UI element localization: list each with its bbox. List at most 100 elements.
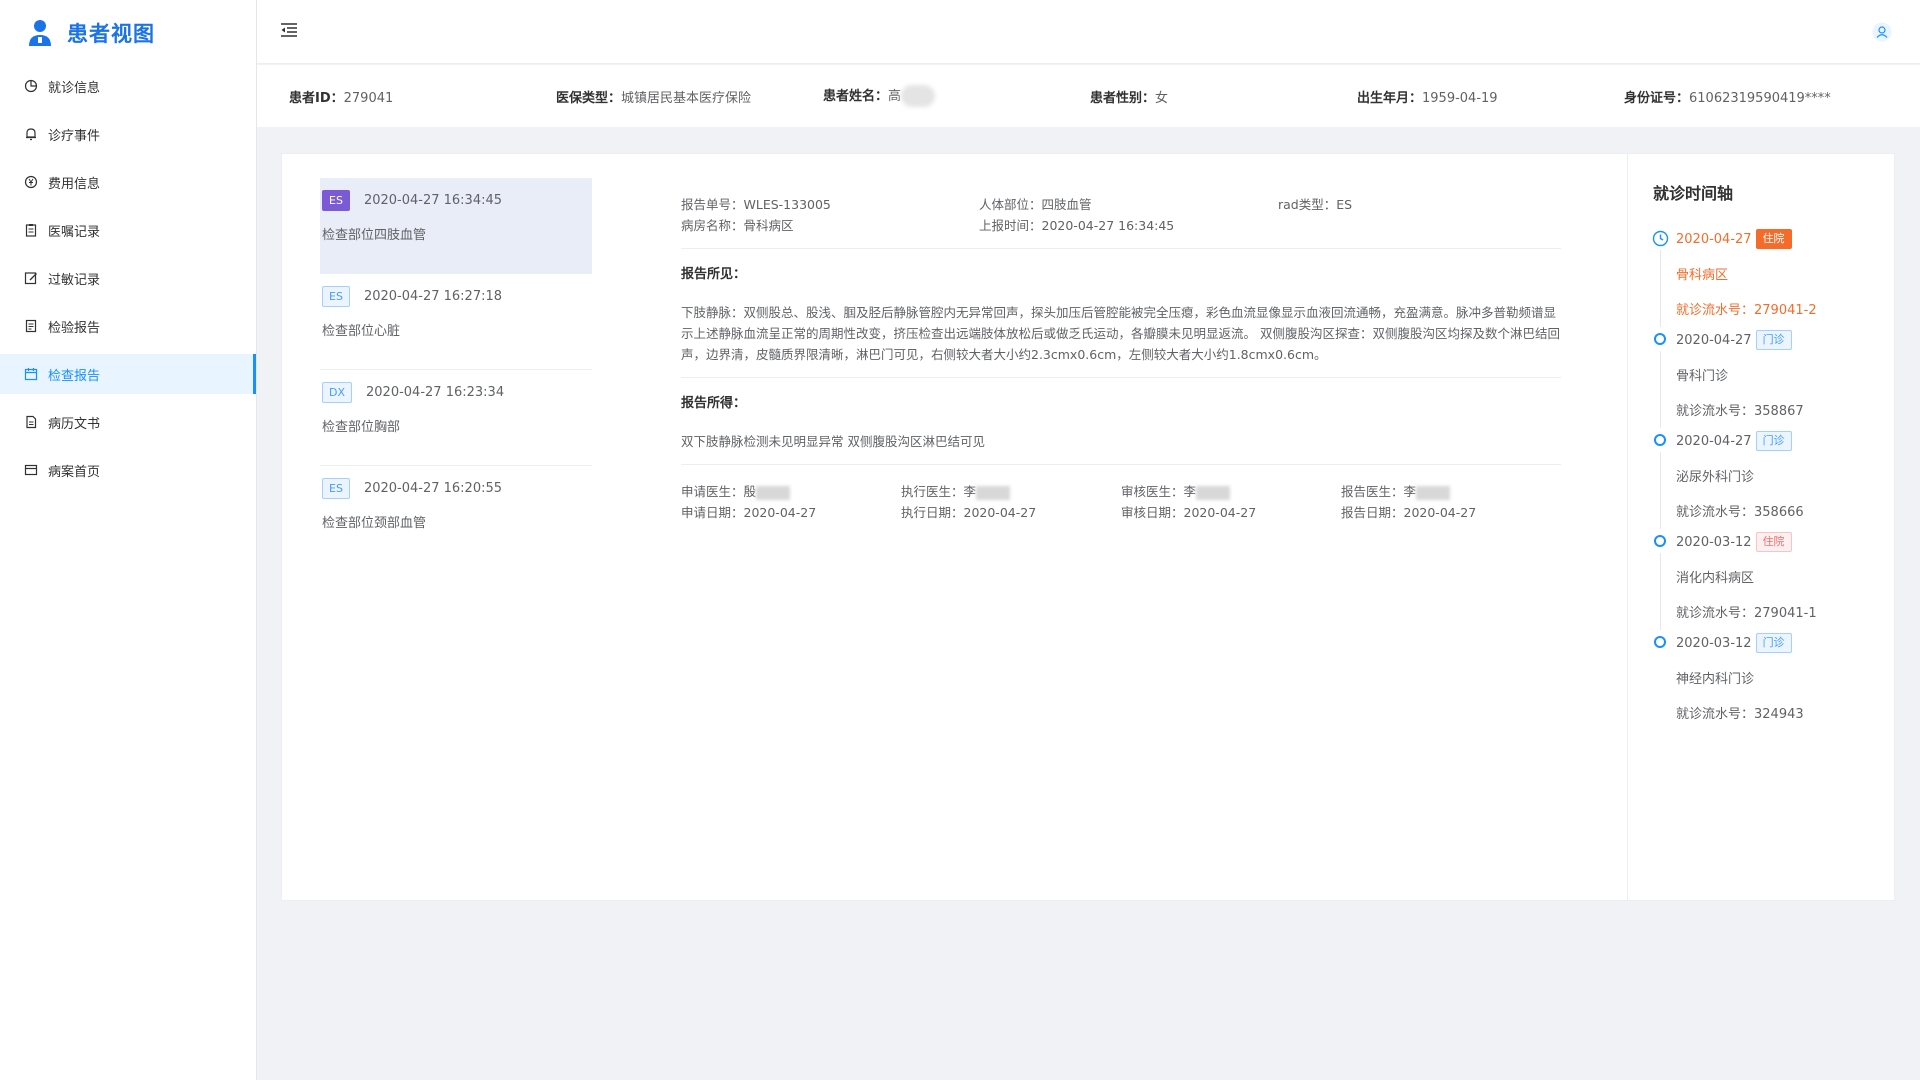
sidebar-item-allergy[interactable]: 过敏记录: [0, 258, 256, 298]
timeline-dept: 骨科门诊: [1676, 369, 1729, 384]
app-title: 患者视图: [67, 22, 155, 46]
report-date: 报告日期：2020-04-27: [1341, 505, 1477, 520]
report-detail: 报告单号：WLES-133005 人体部位：四肢血管 rad类型：ES 病房名称…: [681, 194, 1561, 523]
timeline-dot: [1654, 333, 1666, 345]
sidebar-item-label: 医嘱记录: [48, 224, 101, 240]
user-avatar-icon[interactable]: [1872, 22, 1892, 42]
timeline-dot: [1654, 535, 1666, 547]
sidebar-item-visit-info[interactable]: 就诊信息: [0, 66, 256, 106]
redacted-mask: [1196, 485, 1231, 500]
test-report-icon: [25, 319, 37, 333]
timeline-entry[interactable]: 2020-04-27 门诊 泌尿外科门诊 就诊流水号：358666: [1653, 430, 1895, 529]
timeline-connector: [1660, 250, 1661, 327]
report-number: 报告单号：WLES-133005: [681, 197, 831, 212]
apply-date: 申请日期：2020-04-27: [681, 505, 817, 520]
timeline-connector: [1660, 351, 1661, 428]
body-part: 人体部位：四肢血管: [979, 197, 1092, 212]
report-body-part: 检查部位颈部血管: [322, 516, 427, 531]
redacted-mask: [976, 485, 1011, 500]
document-icon: [26, 415, 37, 429]
sidebar-item-label: 就诊信息: [48, 80, 101, 96]
timeline-date: 2020-04-27: [1676, 332, 1752, 348]
report-list-item[interactable]: ES 2020-04-27 16:27:18 检查部位心脏: [320, 274, 592, 370]
bell-icon: [26, 128, 36, 141]
edit-icon: [24, 272, 37, 285]
divider: [681, 377, 1561, 378]
patient-idcard: 身份证号：61062319590419****: [1624, 90, 1831, 106]
report-list-item[interactable]: ES 2020-04-27 16:20:55 检查部位颈部血管: [320, 466, 592, 562]
patient-id: 患者ID：279041: [289, 90, 394, 106]
timeline-dot: [1654, 636, 1666, 648]
sidebar-item-lab-report[interactable]: 检验报告: [0, 306, 256, 346]
apply-doctor: 申请医生：殷: [681, 481, 901, 502]
report-list-item[interactable]: DX 2020-04-27 16:23:34 检查部位胸部: [320, 370, 592, 466]
report-list: ES 2020-04-27 16:34:45 检查部位四肢血管 ES 2020-04…: [320, 178, 592, 562]
timeline-connector: [1660, 553, 1661, 630]
review-date: 审核日期：2020-04-27: [1121, 505, 1257, 520]
report-time: 2020-04-27 16:27:18: [363, 288, 503, 304]
report-list-item[interactable]: ES 2020-04-27 16:34:45 检查部位四肢血管: [320, 178, 592, 274]
exec-date: 执行日期：2020-04-27: [901, 505, 1037, 520]
sidebar-item-exam-report[interactable]: 检查报告: [0, 354, 256, 394]
sidebar-item-label: 病案首页: [48, 464, 101, 480]
timeline-entry[interactable]: 2020-03-12 住院 消化内科病区 就诊流水号：279041-1: [1653, 531, 1895, 630]
timeline-serial: 就诊流水号：279041-2: [1676, 303, 1817, 318]
sidebar-item-label: 病历文书: [48, 416, 101, 432]
timeline-dept: 神经内科门诊: [1676, 672, 1755, 687]
timeline-serial: 就诊流水号：358867: [1676, 404, 1804, 419]
report-body-part: 检查部位四肢血管: [322, 228, 427, 243]
report-body-part: 检查部位胸部: [322, 420, 401, 435]
modality-tag: ES: [322, 189, 350, 211]
redacted-mask: [901, 85, 936, 108]
report-time: 2020-04-27 16:20:55: [363, 480, 503, 496]
sidebar-item-case-home[interactable]: 病案首页: [0, 450, 256, 490]
timeline-title: 就诊时间轴: [1653, 184, 1734, 203]
redacted-mask: [1416, 485, 1451, 500]
review-doctor: 审核医生：李: [1121, 481, 1341, 502]
sidebar-item-events[interactable]: 诊疗事件: [0, 114, 256, 154]
card-icon: [24, 464, 38, 476]
sidebar-item-label: 过敏记录: [48, 272, 101, 288]
sidebar-menu: 就诊信息 诊疗事件 费用信息 医嘱记录 过敏记录 检验报告 检查报告 病历文书: [0, 66, 256, 490]
visit-timeline: 就诊时间轴 2020-04-27 住院 骨科病区 就诊流水号：279041-2 2…: [1627, 154, 1895, 900]
timeline-entry[interactable]: 2020-04-27 门诊 骨科门诊 就诊流水号：358867: [1653, 329, 1895, 428]
timeline-dept: 骨科病区: [1676, 268, 1729, 283]
sidebar-item-medical-docs[interactable]: 病历文书: [0, 402, 256, 442]
patient-insurance: 医保类型：城镇居民基本医疗保险: [556, 90, 752, 106]
visit-type-badge: 住院: [1755, 532, 1792, 552]
report-upload-time: 上报时间：2020-04-27 16:34:45: [979, 218, 1175, 233]
findings-text: 下肢静脉：双侧股总、股浅、腘及胫后静脉管腔内无异常回声，探头加压后管腔能被完全压…: [681, 305, 1560, 362]
visit-type-badge: 门诊: [1755, 431, 1792, 451]
conclusion-title: 报告所得：: [681, 396, 747, 411]
exec-doctor: 执行医生：李: [901, 481, 1121, 502]
timeline-date: 2020-04-27: [1676, 231, 1752, 247]
timeline-serial: 就诊流水号：324943: [1676, 707, 1804, 722]
findings-title: 报告所见：: [681, 267, 747, 282]
conclusion-text: 双下肢静脉检测未见明显异常 双侧腹股沟区淋巴结可见: [681, 434, 985, 449]
timeline-dept: 泌尿外科门诊: [1676, 470, 1755, 485]
clipboard-icon: [25, 224, 37, 237]
calendar-icon: [24, 368, 38, 381]
sidebar-item-orders[interactable]: 医嘱记录: [0, 210, 256, 250]
timeline-connector: [1660, 452, 1661, 529]
report-body-part: 检查部位心脏: [322, 324, 401, 339]
divider: [681, 248, 1561, 249]
timeline-date: 2020-03-12: [1676, 534, 1752, 550]
exam-report-card: ES 2020-04-27 16:34:45 检查部位四肢血管 ES 2020-04…: [281, 153, 1895, 901]
sidebar-item-fees[interactable]: 费用信息: [0, 162, 256, 202]
pie-chart-icon: [24, 79, 38, 93]
doctor-icon: [29, 20, 51, 46]
sidebar-item-label: 诊疗事件: [48, 128, 101, 144]
timeline-entry[interactable]: 2020-03-12 门诊 神经内科门诊 就诊流水号：324943: [1653, 632, 1895, 725]
patient-info-bar: 患者ID：279041 医保类型：城镇居民基本医疗保险 患者姓名：高 患者性别：…: [257, 65, 1920, 127]
redacted-mask: [756, 485, 791, 500]
visit-type-badge: 住院: [1755, 229, 1792, 249]
timeline-entry[interactable]: 2020-04-27 住院 骨科病区 就诊流水号：279041-2: [1652, 228, 1895, 327]
ward-name: 病房名称：骨科病区: [681, 218, 794, 233]
divider: [681, 464, 1561, 465]
timeline-dept: 消化内科病区: [1676, 571, 1755, 586]
patient-name: 患者姓名：高: [823, 85, 1090, 108]
rad-type: rad类型：ES: [1278, 197, 1353, 212]
menu-fold-icon[interactable]: [279, 20, 299, 40]
modality-tag: DX: [322, 381, 353, 403]
